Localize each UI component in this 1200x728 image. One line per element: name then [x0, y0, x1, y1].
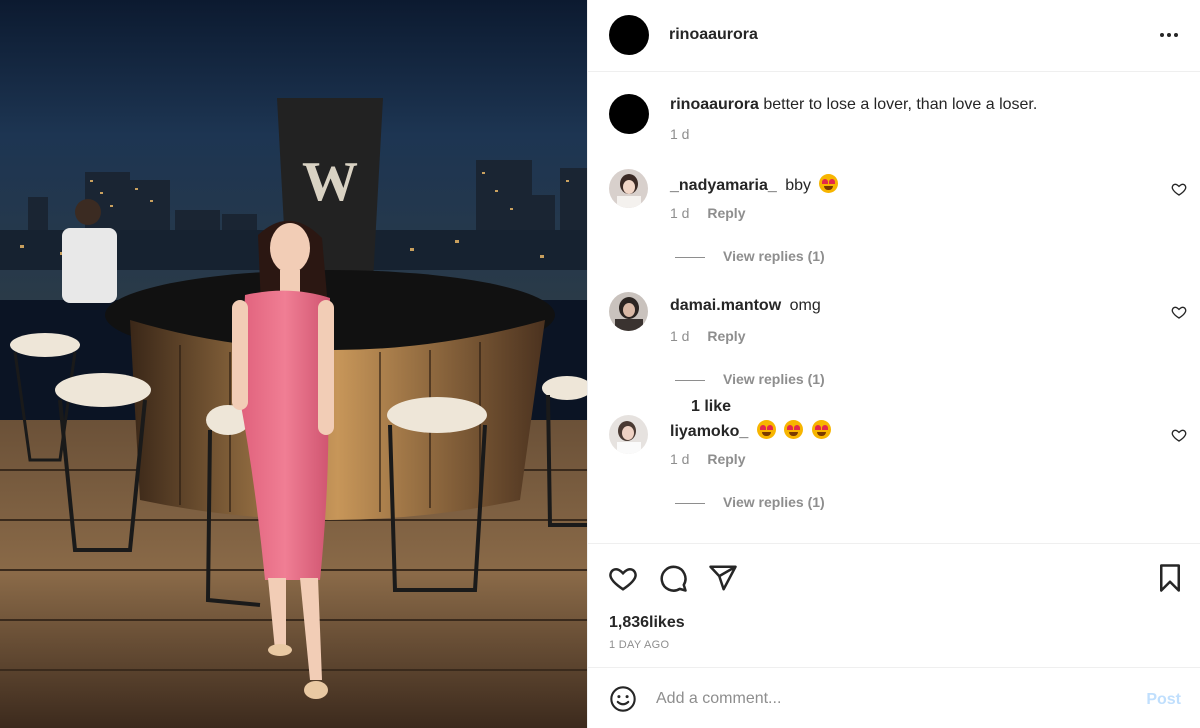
caption-username[interactable]: rinoaaurora — [670, 96, 759, 113]
comment-item: _nadyamaria_ bby 1 d Reply View replies … — [588, 152, 1200, 275]
post-actions: 1,836likes 1 DAY AGO — [588, 543, 1200, 667]
heart-icon[interactable] — [608, 563, 638, 593]
comment-meta: 1 d 1 like Reply — [670, 328, 759, 415]
caption-text: rinoaaurora better to lose a lover, than… — [670, 96, 1037, 114]
heart-eyes-emoji-icon — [784, 420, 804, 439]
comment-text: bby — [785, 177, 811, 194]
emoji-picker-icon[interactable] — [609, 685, 637, 713]
comment-icon[interactable] — [658, 563, 688, 593]
heart-eyes-emoji-icon — [811, 420, 831, 439]
bookmark-icon[interactable] — [1155, 563, 1185, 593]
comment-username[interactable]: damai.mantow — [670, 297, 781, 314]
more-dot-icon — [1160, 33, 1164, 37]
comment-time: 1 d — [670, 451, 690, 467]
comment-text: omg — [789, 297, 821, 314]
commenter-avatar[interactable] — [609, 292, 648, 331]
svg-text:W: W — [302, 151, 358, 213]
likes-count[interactable]: 1,836likes — [609, 614, 685, 632]
replies-divider — [675, 502, 705, 504]
view-replies-label: View replies (1) — [723, 248, 825, 264]
view-replies-button[interactable]: View replies (1) — [675, 494, 825, 510]
comment-like-icon[interactable] — [1171, 181, 1187, 197]
more-options-button[interactable] — [1157, 25, 1181, 45]
replies-divider — [675, 256, 705, 258]
comment-like-icon[interactable] — [1171, 427, 1187, 443]
commenter-avatar[interactable] — [609, 169, 648, 208]
comment-line: _nadyamaria_ bby — [670, 174, 839, 195]
post-comment-button[interactable]: Post — [1146, 691, 1181, 709]
share-icon[interactable] — [708, 563, 738, 593]
post-photo-illustration: W — [0, 0, 587, 728]
comment-item: damai.mantow omg 1 d 1 like Reply View r… — [588, 275, 1200, 415]
heart-eyes-emoji-icon — [819, 174, 839, 193]
comment-item: liyamoko_ 1 d Reply View replies (1) — [588, 398, 1200, 521]
comment-time: 1 d — [670, 328, 690, 344]
reply-button[interactable]: Reply — [707, 328, 745, 344]
caption-body: better to lose a lover, than love a lose… — [763, 96, 1038, 113]
post-caption: rinoaaurora better to lose a lover, than… — [588, 72, 1200, 152]
reply-button[interactable]: Reply — [707, 205, 745, 221]
comment-meta: 1 d Reply — [670, 451, 759, 467]
comment-meta: 1 d Reply — [670, 205, 759, 221]
comment-like-icon[interactable] — [1171, 304, 1187, 320]
post-date: 1 DAY AGO — [609, 639, 670, 651]
comment-input[interactable] — [656, 684, 1116, 714]
heart-eyes-emoji-icon — [756, 420, 776, 439]
replies-divider — [675, 379, 705, 381]
view-replies-label: View replies (1) — [723, 494, 825, 510]
commenter-avatar[interactable] — [609, 415, 648, 454]
comment-time: 1 d — [670, 205, 690, 221]
post-photo: W — [0, 0, 587, 728]
author-avatar[interactable] — [609, 15, 649, 55]
add-comment-bar: Post — [588, 667, 1200, 728]
more-dot-icon — [1167, 33, 1171, 37]
caption-time: 1 d — [670, 126, 690, 142]
comment-username[interactable]: _nadyamaria_ — [670, 177, 777, 194]
comment-line: damai.mantow omg — [670, 297, 821, 315]
post-header: rinoaaurora — [588, 0, 1200, 72]
author-username[interactable]: rinoaaurora — [669, 26, 758, 44]
view-replies-label: View replies (1) — [723, 371, 825, 387]
comment-username[interactable]: liyamoko_ — [670, 423, 748, 440]
post-panel: rinoaaurora rinoaaurora better to lose a… — [587, 0, 1200, 728]
caption-avatar[interactable] — [609, 94, 649, 134]
comment-line: liyamoko_ — [670, 420, 831, 441]
comments-list[interactable]: _nadyamaria_ bby 1 d Reply View replies … — [588, 152, 1200, 543]
view-replies-button[interactable]: View replies (1) — [675, 371, 825, 387]
reply-button[interactable]: Reply — [707, 451, 745, 467]
more-dot-icon — [1174, 33, 1178, 37]
view-replies-button[interactable]: View replies (1) — [675, 248, 825, 264]
